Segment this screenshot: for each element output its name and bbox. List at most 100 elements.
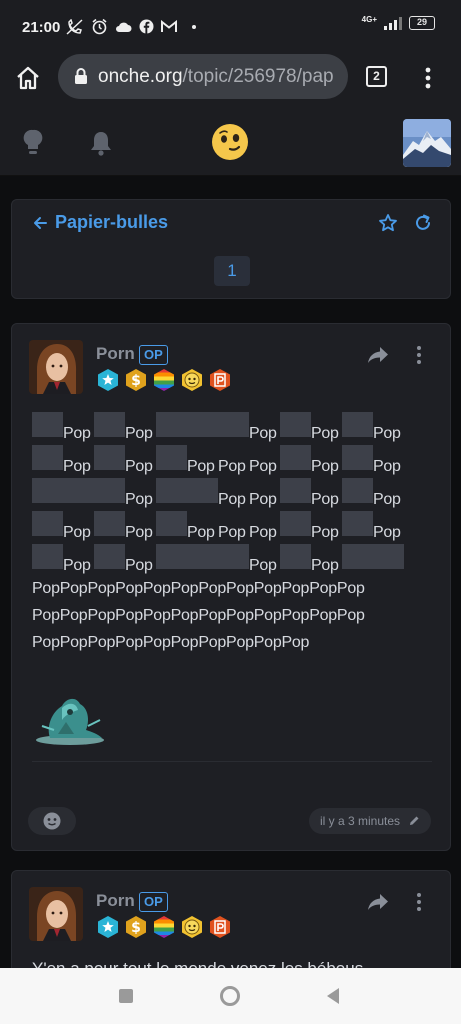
- popped-bubble: [32, 511, 63, 536]
- pop-word: Pop: [63, 425, 91, 442]
- op-badge: OP: [139, 345, 168, 365]
- menu-icon[interactable]: [418, 66, 438, 90]
- share-icon[interactable]: [367, 346, 389, 364]
- pop-word: Pop: [311, 458, 339, 475]
- back-arrow-icon[interactable]: [32, 215, 48, 231]
- popped-bubble: [156, 478, 187, 503]
- user-badges: $: [96, 368, 232, 392]
- pop-word: Pop: [125, 425, 153, 442]
- site-header: [0, 102, 461, 176]
- pop-word: Pop: [218, 491, 246, 508]
- popped-bubble: [156, 445, 187, 470]
- pop-lines: PopPopPopPopPopPopPopPopPopPopPopPop PopP…: [32, 575, 404, 656]
- post-divider: [32, 761, 432, 762]
- pop-word: Pop: [373, 425, 401, 442]
- popped-bubble: [156, 412, 187, 437]
- browser-toolbar: onche.org/topic/256978/pap 2: [0, 54, 461, 102]
- network-type: 4G+: [361, 14, 377, 24]
- refresh-icon[interactable]: [413, 213, 433, 233]
- bulb-icon[interactable]: [22, 128, 44, 156]
- logo-smiley-icon[interactable]: [210, 122, 250, 162]
- post-card: Porn OP $ Y'en a pour tout le monde vene…: [11, 870, 451, 980]
- author-avatar[interactable]: [29, 887, 83, 941]
- system-nav-bar: [0, 968, 461, 1024]
- popped-bubble: [94, 445, 125, 470]
- popped-bubble: [342, 445, 373, 470]
- pop-word: Pop: [125, 458, 153, 475]
- notification-icons: [66, 18, 196, 35]
- facebook-icon: [139, 19, 154, 34]
- url-path: /topic/256978/pap: [182, 66, 334, 87]
- lock-icon: [75, 68, 87, 84]
- url-domain: onche.org: [98, 66, 183, 87]
- popped-bubble: [94, 511, 125, 536]
- popped-bubble: [32, 544, 63, 569]
- pop-word: Pop: [249, 458, 277, 475]
- page-1-button[interactable]: 1: [214, 256, 250, 286]
- home-button[interactable]: [220, 986, 240, 1006]
- tabs-button[interactable]: 2: [366, 66, 387, 87]
- user-avatar[interactable]: [403, 119, 451, 167]
- author-avatar-image: [29, 887, 83, 941]
- mountain-avatar-image: [403, 119, 451, 167]
- dollar-badge-icon: $: [126, 916, 146, 938]
- smiley-badge-icon: [182, 916, 202, 938]
- popped-bubble: [187, 412, 218, 437]
- pop-word: Pop: [218, 458, 246, 475]
- post-card: Porn OP $ Pop Pop Pop Pop Pop Pop Pop Pop Pop Pop…: [11, 323, 451, 851]
- p-badge-icon: [210, 369, 230, 391]
- popped-bubble: [94, 412, 125, 437]
- pop-word: Pop: [63, 458, 91, 475]
- pop-grid: Pop Pop Pop Pop Pop Pop Pop Pop Pop Pop Pop Pop Pop P…: [32, 410, 404, 575]
- post-timestamp[interactable]: il y a 3 minutes: [309, 808, 432, 834]
- popped-bubble: [342, 478, 373, 503]
- pop-text-line: PopPopPopPopPopPopPopPopPopPopPopPop: [32, 580, 365, 597]
- pop-grid-row: Pop Pop Pop Pop: [32, 542, 404, 575]
- pop-word: Pop: [311, 491, 339, 508]
- url-bar[interactable]: onche.org/topic/256978/pap: [58, 54, 348, 99]
- topic-title[interactable]: Papier-bulles: [55, 212, 168, 233]
- pop-word: Pop: [311, 557, 339, 574]
- pop-word: Pop: [249, 491, 277, 508]
- gmail-icon: [161, 20, 177, 32]
- topic-header-card: Papier-bulles 1: [11, 199, 451, 299]
- bell-icon[interactable]: [90, 130, 112, 156]
- pop-word: Pop: [249, 524, 277, 541]
- pop-word: Pop: [125, 524, 153, 541]
- more-icon[interactable]: [414, 345, 424, 365]
- dollar-badge-icon: $: [126, 369, 146, 391]
- author-avatar-image: [29, 340, 83, 394]
- popped-bubble: [32, 445, 63, 470]
- post-author[interactable]: Porn: [96, 344, 135, 364]
- popped-bubble: [94, 478, 125, 503]
- post-body: Pop Pop Pop Pop Pop Pop Pop Pop Pop Pop Pop Pop Pop P…: [32, 410, 404, 656]
- signal-icon: [384, 17, 402, 30]
- pop-word: Pop: [373, 491, 401, 508]
- popped-bubble: [63, 478, 94, 503]
- timestamp-text: il y a 3 minutes: [320, 814, 401, 828]
- status-time: 21:00: [22, 19, 61, 36]
- back-triangle-icon[interactable]: [325, 987, 341, 1005]
- status-bar: 21:00 4G+ 29: [0, 0, 461, 54]
- more-icon[interactable]: [414, 892, 424, 912]
- star-icon[interactable]: [378, 213, 398, 233]
- popped-bubble: [373, 544, 404, 569]
- pop-grid-row: Pop Pop Pop Pop Pop Pop Pop: [32, 443, 404, 476]
- popped-bubble: [156, 511, 187, 536]
- call-muted-icon: [66, 18, 83, 35]
- svg-text:$: $: [131, 920, 141, 936]
- recents-button[interactable]: [119, 989, 133, 1003]
- share-icon[interactable]: [367, 893, 389, 911]
- author-avatar[interactable]: [29, 340, 83, 394]
- p-badge-icon: [210, 916, 230, 938]
- pop-word: Pop: [187, 458, 215, 475]
- popped-bubble: [187, 544, 218, 569]
- pop-word: Pop: [218, 524, 246, 541]
- post-author[interactable]: Porn: [96, 891, 135, 911]
- home-icon[interactable]: [14, 64, 42, 92]
- popped-bubble: [218, 412, 249, 437]
- star-badge-icon: [98, 916, 118, 938]
- reaction-button[interactable]: [28, 807, 76, 835]
- sticker-image: [36, 698, 104, 745]
- popped-bubble: [342, 511, 373, 536]
